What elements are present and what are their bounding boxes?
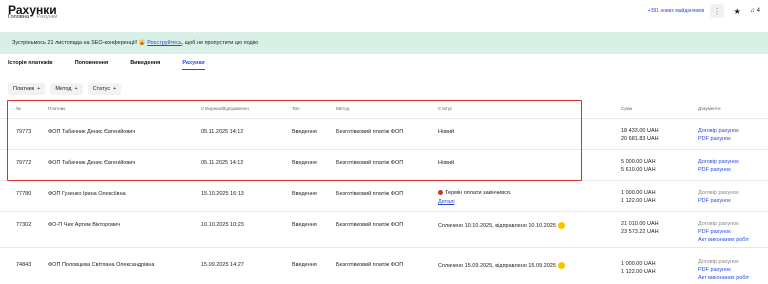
new-contractors-link[interactable]: +391 нових майданчиків <box>648 8 704 14</box>
row-type: Введення <box>292 262 317 268</box>
row-method: Безготівковий платіж ФОП <box>336 222 404 228</box>
filter-status-label: Статус <box>92 86 111 92</box>
amount-total: 1 122.00 UAH <box>621 198 656 204</box>
tab-payment-history[interactable]: Історія платежів <box>8 60 53 70</box>
star-icon[interactable]: ★ <box>730 4 744 18</box>
status-text: Термін оплати закінчився. <box>445 190 512 196</box>
header-actions: +391 нових майданчиків ⋮ ★ ♫ 4 <box>648 4 760 18</box>
amount-base: 21 010.00 UAH <box>621 221 659 227</box>
banner-text: Зустріньмось 21 листопада на SEO-конфере… <box>12 40 148 46</box>
pdf-invoice-link[interactable]: PDF рахунок <box>698 266 749 274</box>
status-text: Сплачено 15.09.2025, відправлено 15.09.2… <box>438 263 556 269</box>
row-payer: ФОП Половцева Світлана Олександрівна <box>48 262 155 268</box>
row-method: Безготівковий платіж ФОП <box>336 262 404 268</box>
breadcrumb-current: Рахунки <box>36 14 58 20</box>
row-payer: ФОП Гузенко Ірина Олексіївна <box>48 191 126 197</box>
row-documents: Договір рахунок PDF рахунок <box>698 127 739 143</box>
plus-icon: + <box>74 86 78 92</box>
table-row: 74843 ФОП Половцева Світлана Олександрів… <box>0 248 768 284</box>
plus-icon: + <box>37 86 41 92</box>
row-amount: 21 010.00 UAH 23 573.22 UAH <box>621 220 659 236</box>
row-payer: ФО-П Чих Артем Вікторович <box>48 222 121 228</box>
row-documents: Договір рахунок PDF рахунок <box>698 189 739 205</box>
contract-invoice-link[interactable]: Договір рахунок <box>698 127 739 135</box>
row-documents: Договір рахунок PDF рахунок Акт виконаних … <box>698 258 749 282</box>
act-link[interactable]: Акт виконаних робіт <box>698 274 749 282</box>
row-amount: 18 433.00 UAH 20 681.83 UAH <box>621 127 659 143</box>
row-amount: 1 000.00 UAH 1 122.00 UAH <box>621 189 656 205</box>
amount-base: 5 000.00 UAH <box>621 159 656 165</box>
tab-deposits[interactable]: Поповнення <box>75 60 109 70</box>
col-documents: Документи <box>698 106 721 111</box>
filters: Платник + Метод + Статус + <box>8 83 122 95</box>
filter-status-button[interactable]: Статус + <box>87 83 122 95</box>
row-status: Термін оплати закінчився. Деталі <box>438 189 511 206</box>
tabs: Історія платежів Поповнення Виведення Ра… <box>8 60 227 70</box>
filter-payer-button[interactable]: Платник + <box>8 83 46 95</box>
notifications-count: 4 <box>756 8 760 14</box>
filter-method-label: Метод <box>55 86 72 92</box>
status-text: Сплачено 10.10.2025, відправлено 10.10.2… <box>438 223 556 229</box>
notifications-button[interactable]: ♫ 4 <box>750 8 760 14</box>
table-row: 77302 ФО-П Чих Артем Вікторович 10.10.20… <box>0 212 768 248</box>
row-documents: Договір рахунок PDF рахунок Акт виконаних … <box>698 220 749 244</box>
amount-base: 1 000.00 UAH <box>621 261 656 267</box>
row-status: Сплачено 15.09.2025, відправлено 15.09.2… <box>438 262 565 269</box>
filter-method-button[interactable]: Метод + <box>50 83 83 95</box>
pdf-invoice-link[interactable]: PDF рахунок <box>698 135 739 143</box>
row-created: 10.10.2025 10:23 <box>201 222 244 228</box>
banner-register-link[interactable]: Реєструйтесь <box>147 40 182 46</box>
breadcrumb: Головна › Рахунки <box>8 14 58 20</box>
row-documents: Договір рахунок PDF рахунок <box>698 158 739 174</box>
act-link[interactable]: Акт виконаних робіт <box>698 236 749 244</box>
row-id: 77780 <box>16 191 32 197</box>
row-amount: 1 000.00 UAH 1 122.00 UAH <box>621 260 656 276</box>
breadcrumb-home[interactable]: Головна <box>8 14 29 20</box>
row-amount: 5 000.00 UAH 5 610.00 UAH <box>621 158 656 174</box>
amount-total: 20 681.83 UAH <box>621 136 659 142</box>
row-method: Безготівковий платіж ФОП <box>336 191 404 197</box>
contract-invoice-link[interactable]: Договір рахунок <box>698 258 749 266</box>
menu-icon[interactable]: ⋮ <box>710 4 725 18</box>
row-type: Введення <box>292 222 317 228</box>
row-type: Введення <box>292 191 317 197</box>
amount-total: 23 573.22 UAH <box>621 229 659 235</box>
plus-icon: + <box>113 86 117 92</box>
row-id: 74843 <box>16 262 32 268</box>
amount-base: 1 000.00 UAH <box>621 190 656 196</box>
banner-text-end: , щоб не пропустити цю подію <box>181 40 259 46</box>
col-amount: Сума <box>621 106 633 111</box>
smile-icon <box>557 222 565 229</box>
contract-invoice-link[interactable]: Договір рахунок <box>698 158 739 166</box>
table-row: 77780 ФОП Гузенко Ірина Олексіївна 15.10… <box>0 181 768 212</box>
pdf-invoice-link[interactable]: PDF рахунок <box>698 197 739 205</box>
contract-invoice-link[interactable]: Договір рахунок <box>698 220 749 228</box>
tab-invoices[interactable]: Рахунки <box>182 60 205 70</box>
expired-status-icon <box>438 190 443 195</box>
row-created: 15.10.2025 16:13 <box>201 191 244 197</box>
row-created: 15.09.2025 14:27 <box>201 262 244 268</box>
amount-total: 1 122.00 UAH <box>621 269 656 275</box>
tab-withdrawals[interactable]: Виведення <box>130 60 160 70</box>
bell-icon: ♫ <box>750 8 755 14</box>
row-id: 77302 <box>16 222 32 228</box>
amount-base: 18 433.00 UAH <box>621 128 659 134</box>
pdf-invoice-link[interactable]: PDF рахунок <box>698 228 749 236</box>
smile-icon <box>557 262 565 269</box>
amount-total: 5 610.00 UAH <box>621 167 656 173</box>
status-details-link[interactable]: Деталі <box>438 198 511 206</box>
filter-payer-label: Платник <box>13 86 35 92</box>
highlight-box <box>7 100 582 181</box>
row-status: Сплачено 10.10.2025, відправлено 10.10.2… <box>438 222 565 229</box>
conference-banner: Зустріньмось 21 листопада на SEO-конфере… <box>0 32 768 54</box>
contract-invoice-link[interactable]: Договір рахунок <box>698 189 739 197</box>
pdf-invoice-link[interactable]: PDF рахунок <box>698 166 739 174</box>
